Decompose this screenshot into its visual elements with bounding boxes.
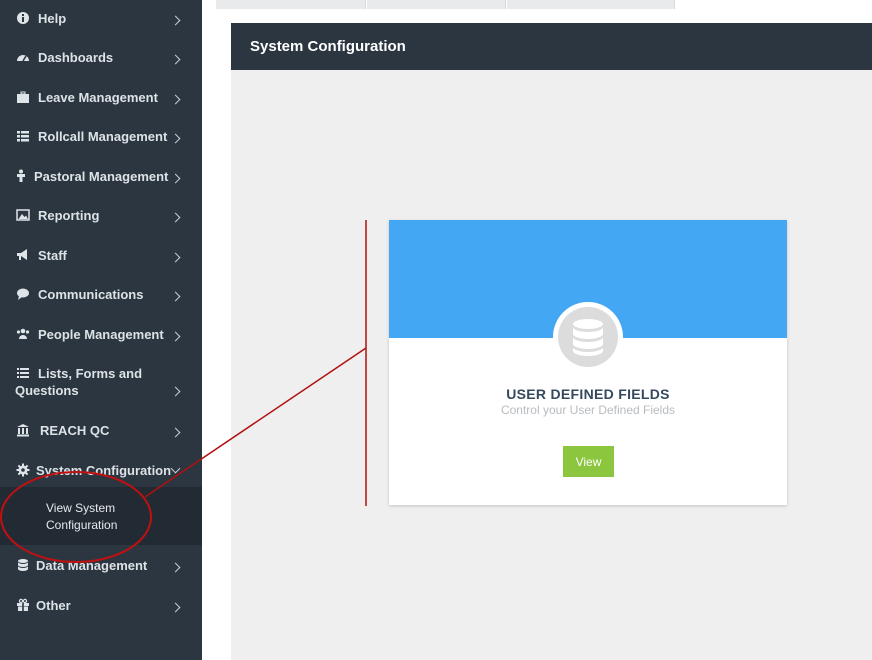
- sidebar-item-label: Data Management: [36, 558, 148, 573]
- info-icon: [17, 12, 29, 24]
- sidebar-item-label: Leave Management: [38, 90, 158, 105]
- gear-icon: [16, 463, 30, 477]
- tab[interactable]: [507, 0, 675, 9]
- comment-icon: [17, 288, 29, 300]
- image-icon: [16, 209, 30, 221]
- card-subtitle: Control your User Defined Fields: [500, 403, 676, 417]
- database-icon: [573, 319, 603, 356]
- sidebar-item-people-management[interactable]: People Management: [0, 327, 202, 347]
- megaphone-icon: [17, 249, 27, 260]
- card-title: USER DEFINED FIELDS: [506, 386, 670, 402]
- sidebar-item-label: Pastoral Management: [34, 169, 169, 184]
- sidebar-item-rollcall-management[interactable]: Rollcall Management: [0, 129, 202, 149]
- user-defined-fields-card: USER DEFINED FIELDS Control your User De…: [389, 220, 787, 505]
- chevron-right-icon: [170, 427, 181, 438]
- submenu-panel: View System Configuration: [0, 487, 202, 545]
- chevron-right-icon: [170, 173, 181, 184]
- sidebar-item-pastoral-management[interactable]: Pastoral Management: [0, 169, 202, 189]
- sidebar-item-label: Rollcall Management: [38, 129, 168, 144]
- sidebar-item-help[interactable]: Help: [0, 11, 202, 31]
- sidebar-item-other[interactable]: Other: [0, 598, 202, 618]
- sidebar-item-label: Lists, Forms and: [38, 366, 143, 381]
- chevron-right-icon: [170, 15, 181, 26]
- sidebar-item-staff[interactable]: Staff: [0, 248, 202, 268]
- sidebar-item-label: Help: [38, 11, 67, 26]
- chevron-right-icon: [170, 212, 181, 223]
- table-icon: [17, 131, 29, 142]
- card-icon-circle: [553, 302, 623, 372]
- submenu-item-label-line2: Configuration: [46, 518, 118, 532]
- sidebar: Help Dashboards Leave Management Rollcal…: [0, 0, 202, 660]
- sidebar-item-label: REACH QC: [40, 423, 110, 438]
- sidebar-item-reporting[interactable]: Reporting: [0, 208, 202, 228]
- users-icon: [16, 328, 30, 339]
- panel-body: USER DEFINED FIELDS Control your User De…: [231, 70, 872, 660]
- chevron-right-icon: [170, 54, 181, 65]
- list-icon: [17, 368, 29, 378]
- sidebar-item-label: Communications: [38, 287, 144, 302]
- dashboard-icon: [17, 55, 29, 62]
- briefcase-icon: [17, 91, 29, 103]
- sidebar-item-label: Staff: [38, 248, 67, 263]
- gift-icon: [17, 598, 29, 611]
- sidebar-item-label: Other: [36, 598, 71, 613]
- sidebar-item-dashboards[interactable]: Dashboards: [0, 50, 202, 70]
- sidebar-item-reach-qc[interactable]: REACH QC: [0, 423, 202, 443]
- sidebar-item-label: Reporting: [38, 208, 100, 223]
- page-title: System Configuration: [250, 38, 406, 55]
- sidebar-item-label: People Management: [38, 327, 164, 342]
- main-content: System Configuration USER DEFINED FIELDS…: [202, 0, 872, 660]
- submenu-item-label: View System: [46, 501, 116, 515]
- chevron-right-icon: [170, 291, 181, 302]
- bank-icon: [17, 424, 29, 437]
- tab[interactable]: [367, 0, 506, 9]
- chevron-right-icon: [170, 252, 181, 263]
- sidebar-item-communications[interactable]: Communications: [0, 287, 202, 307]
- sidebar-item-data-management[interactable]: Data Management: [0, 558, 202, 578]
- chevron-right-icon: [170, 562, 181, 573]
- sidebar-item-leave-management[interactable]: Leave Management: [0, 90, 202, 110]
- chevron-right-icon: [170, 386, 181, 397]
- sidebar-item-label: Dashboards: [38, 50, 114, 65]
- chevron-right-icon: [170, 94, 181, 105]
- sidebar-item-lists-forms-questions[interactable]: Lists, Forms and Questions: [0, 366, 202, 402]
- chevron-down-icon: [170, 463, 181, 474]
- sidebar-item-system-configuration[interactable]: System Configuration: [0, 463, 202, 483]
- panel-header: System Configuration: [231, 23, 872, 70]
- chevron-right-icon: [170, 331, 181, 342]
- sidebar-item-label: System Configuration: [36, 463, 172, 478]
- person-icon: [17, 169, 25, 182]
- submenu-item-view-system-configuration[interactable]: View System Configuration: [46, 500, 166, 534]
- tab[interactable]: [216, 0, 366, 9]
- chevron-right-icon: [170, 602, 181, 613]
- sidebar-item-label-line2: Questions: [15, 383, 79, 398]
- view-button[interactable]: View: [563, 446, 614, 477]
- database-icon: [18, 559, 28, 571]
- chevron-right-icon: [170, 133, 181, 144]
